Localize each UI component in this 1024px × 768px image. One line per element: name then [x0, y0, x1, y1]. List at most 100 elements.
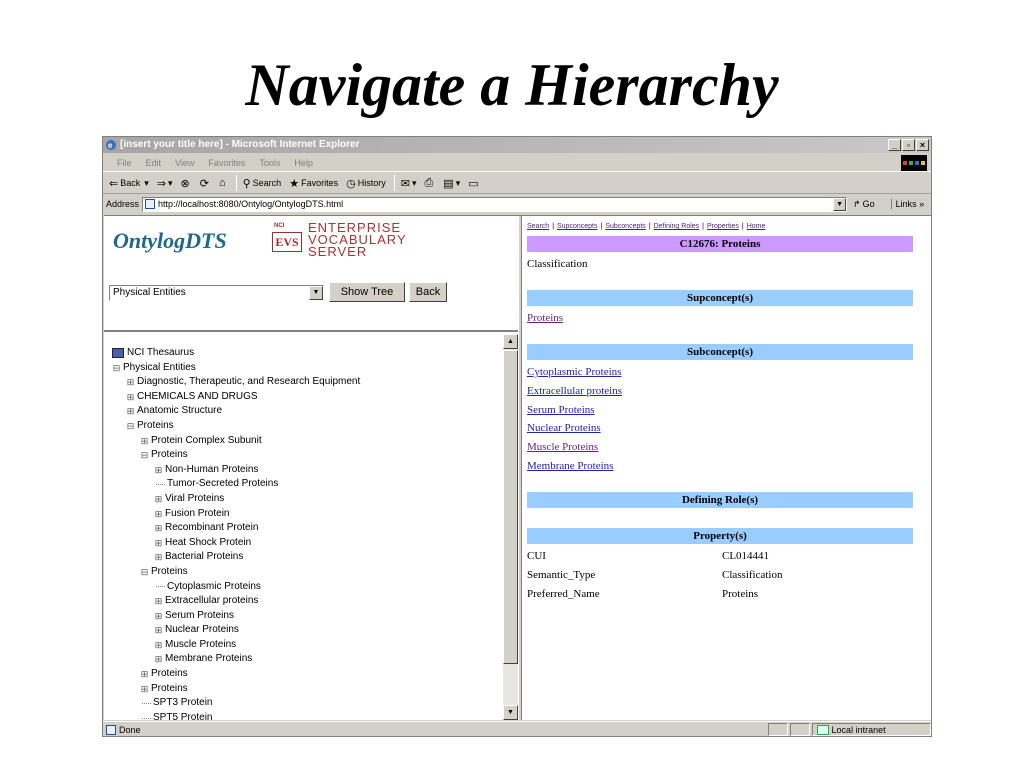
category-select[interactable]: Physical Entities ▼	[109, 285, 324, 301]
home-link[interactable]: Home	[747, 223, 766, 230]
tree-node[interactable]: SPT3 Protein	[112, 696, 360, 711]
tree-node-label[interactable]: Anatomic Structure	[137, 404, 222, 419]
tree-node[interactable]: ⊟ Proteins	[112, 565, 360, 580]
subconcept-link[interactable]: Membrane Proteins	[527, 460, 613, 472]
expand-icon[interactable]: ⊞	[154, 463, 163, 478]
tree-node-label[interactable]: Extracellular proteins	[165, 594, 258, 609]
print-button[interactable]: ⎙	[424, 177, 435, 190]
expand-icon[interactable]: ⊞	[154, 492, 163, 507]
tree-node-label[interactable]: Nuclear Proteins	[165, 623, 239, 638]
tree-node-label[interactable]: Proteins	[151, 565, 188, 580]
expand-icon[interactable]: ⊞	[140, 682, 149, 697]
tree-node[interactable]: ⊟ Physical Entities	[112, 361, 360, 376]
subconcept-link[interactable]: Serum Proteins	[527, 404, 595, 416]
discuss-button[interactable]: ▭	[468, 177, 480, 190]
tree-node-label[interactable]: Bacterial Proteins	[165, 550, 243, 565]
expand-icon[interactable]: ⊞	[154, 609, 163, 624]
tree-node[interactable]: ⊞ Non-Human Proteins	[112, 463, 360, 478]
tree-node-label[interactable]: Recombinant Protein	[165, 521, 258, 536]
address-input[interactable]: http://localhost:8080/Ontylog/OntylogDTS…	[142, 196, 848, 212]
stop-button[interactable]: ⊗	[181, 177, 192, 190]
expand-icon[interactable]: ⊞	[154, 521, 163, 536]
tree-node[interactable]: ⊞ Fusion Protein	[112, 507, 360, 522]
tree-node[interactable]: ⊞ Extracellular proteins	[112, 594, 360, 609]
tree-node-label[interactable]: Proteins	[151, 682, 188, 697]
expand-icon[interactable]: ⊞	[154, 550, 163, 565]
go-button[interactable]: ↱ Go	[853, 199, 875, 210]
tree-node-label[interactable]: SPT5 Protein	[153, 711, 212, 720]
refresh-button[interactable]: ⟳	[200, 177, 211, 190]
collapse-icon[interactable]: ⊟	[112, 361, 121, 376]
menu-edit[interactable]: Edit	[146, 158, 162, 168]
tree-node[interactable]: ⊞ Muscle Proteins	[112, 638, 360, 653]
expand-icon[interactable]: ⊞	[126, 390, 135, 405]
chevron-down-icon[interactable]: ▼	[309, 286, 323, 300]
home-button[interactable]: ⌂	[219, 177, 228, 189]
tree-node[interactable]: ⊞ Serum Proteins	[112, 609, 360, 624]
collapse-icon[interactable]: ⊟	[126, 419, 135, 434]
tree-node-label[interactable]: SPT3 Protein	[153, 696, 212, 711]
expand-icon[interactable]: ⊞	[140, 667, 149, 682]
tree-node[interactable]: ⊞ Proteins	[112, 667, 360, 682]
tree-node-label[interactable]: Muscle Proteins	[165, 638, 236, 653]
scroll-thumb[interactable]	[503, 350, 518, 664]
tree-node-label[interactable]: Cytoplasmic Proteins	[167, 580, 261, 595]
collapse-icon[interactable]: ⊟	[140, 565, 149, 580]
expand-icon[interactable]: ⊞	[154, 652, 163, 667]
tree-node[interactable]: ⊞ Nuclear Proteins	[112, 623, 360, 638]
menu-tools[interactable]: Tools	[259, 158, 280, 168]
edit-button[interactable]: ▤ ▾	[443, 177, 460, 190]
back-button[interactable]: ⇐ Back ▾	[109, 177, 149, 190]
tree-node[interactable]: SPT5 Protein	[112, 711, 360, 720]
tree-node[interactable]: ⊞ Heat Shock Protein	[112, 536, 360, 551]
tree-node-label[interactable]: Protein Complex Subunit	[151, 434, 262, 449]
tree-node[interactable]: ⊞ Anatomic Structure	[112, 404, 360, 419]
subconcept-link[interactable]: Extracellular proteins	[527, 385, 622, 397]
tree-node-label[interactable]: CHEMICALS AND DRUGS	[137, 390, 258, 405]
tree-node-label[interactable]: Diagnostic, Therapeutic, and Research Eq…	[137, 375, 360, 390]
mail-button[interactable]: ✉ ▾	[401, 177, 417, 190]
search-button[interactable]: ⚲ Search	[243, 177, 282, 190]
subconcept-link[interactable]: Muscle Proteins	[527, 441, 598, 453]
address-dropdown-icon[interactable]: ▼	[833, 197, 847, 211]
expand-icon[interactable]: ⊞	[154, 536, 163, 551]
tree-node-label[interactable]: Proteins	[151, 448, 188, 463]
tree-node[interactable]: NCI Thesaurus	[112, 346, 360, 361]
tree-node[interactable]: ⊞ Diagnostic, Therapeutic, and Research E…	[112, 375, 361, 390]
tree-node[interactable]: ⊞ CHEMICALS AND DRUGS	[112, 390, 360, 405]
tree-node[interactable]: Cytoplasmic Proteins	[112, 580, 360, 595]
subconcept-link[interactable]: Nuclear Proteins	[527, 422, 601, 434]
tree-node-label[interactable]: Proteins	[151, 667, 188, 682]
tree-node[interactable]: ⊞ Recombinant Protein	[112, 521, 360, 536]
supconcepts-link[interactable]: Supconcepts	[557, 223, 597, 230]
scroll-down-icon[interactable]: ▼	[503, 705, 518, 720]
properties-link[interactable]: Properties	[707, 223, 739, 230]
tree-node[interactable]: ⊟ Proteins	[112, 419, 360, 434]
menu-view[interactable]: View	[175, 158, 194, 168]
defining-roles-link[interactable]: Defining Roles	[654, 223, 700, 230]
expand-icon[interactable]: ⊞	[154, 623, 163, 638]
favorites-button[interactable]: ★ Favorites	[289, 177, 338, 190]
tree-node-label[interactable]: Tumor-Secreted Proteins	[167, 477, 278, 492]
tree-node[interactable]: ⊞ Bacterial Proteins	[112, 550, 360, 565]
tree-node[interactable]: ⊞ Proteins	[112, 682, 360, 697]
tree-node-label[interactable]: Heat Shock Protein	[165, 536, 251, 551]
tree-node[interactable]: ⊞ Viral Proteins	[112, 492, 360, 507]
expand-icon[interactable]: ⊞	[154, 507, 163, 522]
expand-icon[interactable]: ⊞	[140, 434, 149, 449]
tree-scrollbar[interactable]: ▲ ▼	[503, 334, 518, 720]
expand-icon[interactable]: ⊞	[126, 404, 135, 419]
close-button[interactable]: ×	[916, 139, 929, 151]
tree-node[interactable]: ⊞ Protein Complex Subunit	[112, 434, 360, 449]
supconcept-link[interactable]: Proteins	[527, 312, 563, 324]
tree-node-label[interactable]: Serum Proteins	[165, 609, 234, 624]
tree-node-label[interactable]: Membrane Proteins	[165, 652, 252, 667]
history-button[interactable]: ◷ History	[346, 177, 386, 190]
links-button[interactable]: Links »	[890, 199, 924, 209]
menu-file[interactable]: File	[117, 158, 132, 168]
subconcept-link[interactable]: Cytoplasmic Proteins	[527, 366, 621, 378]
tree-node[interactable]: ⊞ Membrane Proteins	[112, 652, 360, 667]
back-page-button[interactable]: Back	[409, 282, 447, 302]
collapse-icon[interactable]: ⊟	[140, 448, 149, 463]
expand-icon[interactable]: ⊞	[154, 594, 163, 609]
